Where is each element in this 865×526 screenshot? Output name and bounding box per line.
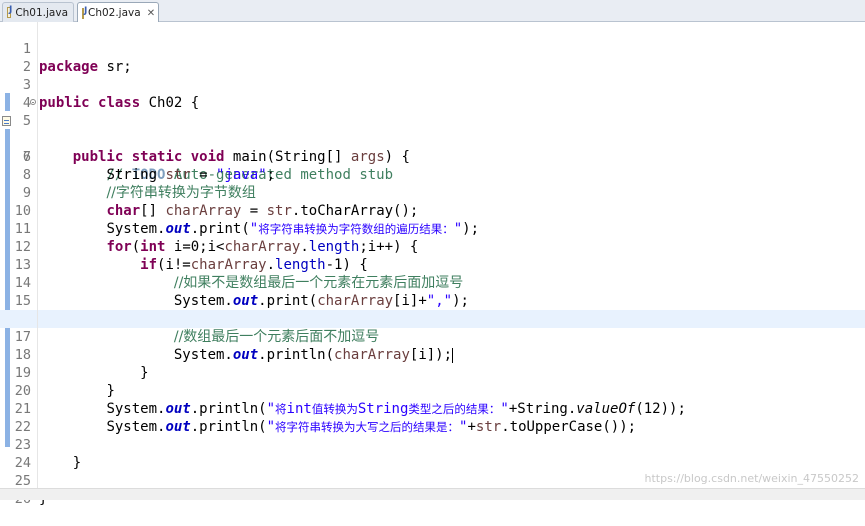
code-line[interactable]: 23 } — [0, 418, 865, 471]
tab-ch01-java[interactable]: Ch01.java — [2, 2, 74, 22]
code-line[interactable]: 8 //字符串转换为字节数组 — [0, 148, 865, 201]
code-line[interactable]: 21 System.out.println("将字符串转换为大写之后的结果是："… — [0, 382, 865, 435]
code-line[interactable]: 10 System.out.print("将字符串转换为字符数组的遍历结果：")… — [0, 184, 865, 237]
code-line[interactable]: 4 — [0, 76, 865, 111]
code-line[interactable]: 19 } — [0, 346, 865, 399]
code-line-current[interactable]: 17 System.out.println(charArray[i]); — [0, 310, 865, 363]
watermark: https://blog.csdn.net/weixin_47550252 — [644, 472, 859, 485]
code-line[interactable]: 11 for(int i=0;i<charArray.length;i++) { — [0, 202, 865, 255]
code-editor[interactable]: 1 package sr; 2 3 public class Ch02 { 4 … — [0, 22, 865, 507]
code-line[interactable]: 22 — [0, 400, 865, 435]
task-marker-icon[interactable] — [2, 116, 11, 126]
tab-label: Ch02.java — [88, 7, 141, 19]
code-line[interactable]: 18 } — [0, 328, 865, 381]
editor-tab-bar: Ch01.java Ch02.java ✕ — [0, 0, 865, 23]
code-line[interactable]: 6 // TODO Auto-generated method stub — [0, 112, 865, 183]
code-line[interactable]: 15 }else { — [0, 274, 865, 327]
code-line[interactable]: 5 public static void main(String[] args)… — [0, 94, 865, 165]
gutter-divider — [37, 22, 38, 488]
code-line[interactable]: 25 } — [0, 454, 865, 507]
horizontal-scrollbar[interactable] — [0, 488, 865, 500]
code-line[interactable]: 9 char[] charArray = str.toCharArray(); — [0, 166, 865, 219]
java-file-icon — [82, 6, 87, 19]
java-file-icon — [7, 5, 13, 18]
code-line[interactable]: 14 System.out.print(charArray[i]+","); — [0, 256, 865, 309]
tab-label: Ch01.java — [15, 6, 68, 19]
code-line[interactable]: 20 System.out.println("将int值转换为String类型之… — [0, 364, 865, 417]
close-icon[interactable]: ✕ — [147, 8, 155, 19]
code-line[interactable]: 12 if(i!=charArray.length-1) { — [0, 220, 865, 273]
tab-ch02-java[interactable]: Ch02.java ✕ — [77, 2, 159, 23]
code-line[interactable]: 13 //如果不是数组最后一个元素在元素后面加逗号 — [0, 238, 865, 291]
code-line[interactable]: 3 public class Ch02 { — [0, 58, 865, 111]
code-line[interactable]: 24 — [0, 436, 865, 471]
code-line[interactable]: 16 //数组最后一个元素后面不加逗号 — [0, 292, 865, 345]
code-line[interactable]: 1 package sr; — [0, 22, 865, 75]
code-line[interactable]: 7 String str = "java"; — [0, 130, 865, 183]
fold-toggle-icon[interactable] — [30, 99, 36, 105]
code-line[interactable]: 2 — [0, 40, 865, 75]
